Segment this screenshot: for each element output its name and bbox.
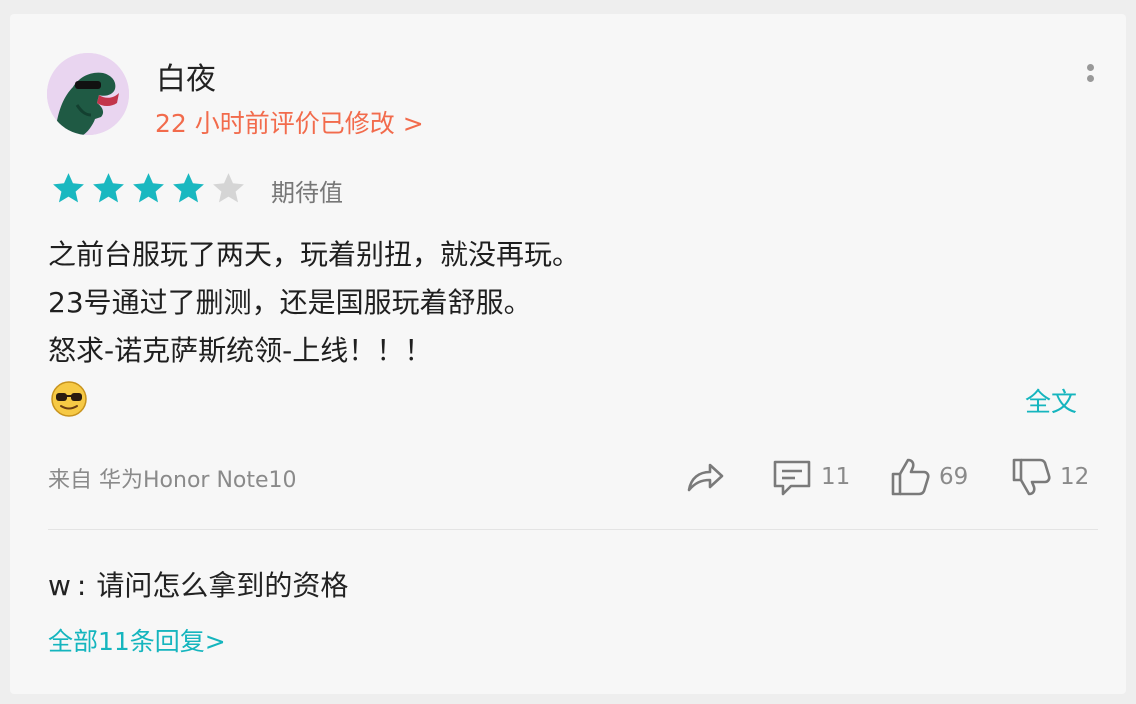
star-filled-icon: [133, 173, 164, 203]
comment-button[interactable]: 11: [771, 456, 850, 498]
review-line: 23号通过了删测，还是国服玩着舒服。: [48, 286, 532, 319]
star-filled-icon: [93, 173, 124, 203]
dot: [1086, 64, 1094, 71]
reply-text: 请问怎么拿到的资格: [96, 569, 349, 602]
rating-label: 期待值: [271, 179, 343, 207]
thumbs-down-icon: [1012, 458, 1051, 496]
full-text-link[interactable]: 全文: [1025, 382, 1077, 419]
share-button[interactable]: [684, 456, 726, 498]
star-empty-icon: [213, 173, 244, 203]
device-info: 来自 华为Honor Note10: [48, 468, 297, 493]
comment-icon: [773, 460, 811, 496]
reply-separator: :: [76, 569, 87, 602]
dislike-count: 12: [1060, 464, 1090, 490]
review-body: 之前台服玩了两天，玩着别扭，就没再玩。 23号通过了删测，还是国服玩着舒服。 怒…: [48, 231, 580, 375]
review-line: 之前台服玩了两天，玩着别扭，就没再玩。: [48, 238, 581, 271]
sunglasses-emoji-icon: [51, 381, 87, 417]
like-button[interactable]: 69: [889, 456, 968, 498]
edit-meta-link[interactable]: 22 小时前评价已修改 >: [155, 104, 424, 140]
rating-stars: [50, 170, 247, 207]
thumbs-up-icon: [891, 458, 930, 496]
comment-count: 11: [821, 464, 851, 490]
dislike-button[interactable]: 12: [1010, 456, 1089, 498]
avatar[interactable]: [47, 53, 129, 135]
dinosaur-avatar-icon: [47, 53, 129, 135]
review-line: 怒求-诺克萨斯统领-上线！！！: [48, 334, 433, 367]
like-count: 69: [939, 464, 969, 490]
reply-item[interactable]: w: 请问怎么拿到的资格: [48, 564, 348, 604]
dot: [1086, 75, 1094, 82]
username[interactable]: 白夜: [156, 54, 216, 98]
reply-username[interactable]: w: [48, 569, 71, 602]
share-icon: [687, 463, 724, 492]
star-filled-icon: [173, 173, 204, 203]
more-options-icon[interactable]: [1083, 62, 1097, 88]
divider: [48, 529, 1098, 530]
all-replies-link[interactable]: 全部11条回复>: [48, 622, 226, 658]
star-filled-icon: [53, 173, 84, 203]
